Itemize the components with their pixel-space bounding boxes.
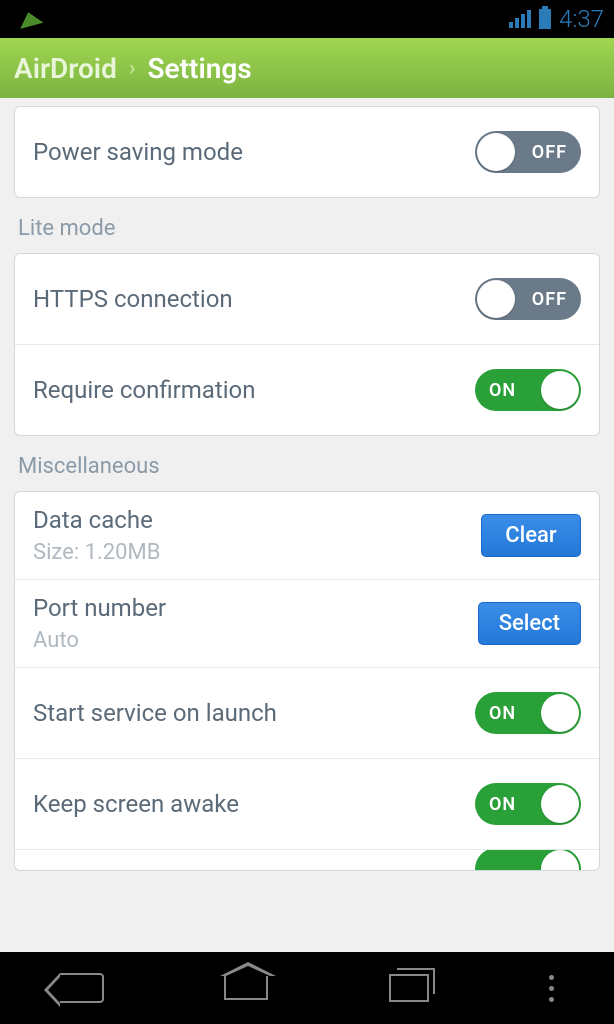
settings-content: Power saving mode OFF Lite mode HTTPS co…: [0, 98, 614, 968]
app-header: AirDroid › Settings: [0, 38, 614, 98]
require-confirm-toggle[interactable]: ON: [475, 369, 581, 411]
https-row: HTTPS connection OFF: [15, 254, 599, 345]
data-cache-size: Size: 1.20MB: [33, 540, 481, 565]
menu-button[interactable]: [549, 975, 554, 1002]
toggle-state: OFF: [532, 289, 567, 310]
select-button[interactable]: Select: [478, 602, 581, 645]
chevron-right-icon: ›: [129, 56, 136, 81]
signal-icon: [509, 10, 531, 28]
start-service-row: Start service on launch ON: [15, 668, 599, 759]
partial-row: [15, 850, 599, 870]
data-cache-row: Data cache Size: 1.20MB Clear: [15, 492, 599, 580]
recent-apps-button[interactable]: [389, 974, 429, 1002]
keep-awake-toggle[interactable]: ON: [475, 783, 581, 825]
notification-icon: [17, 9, 44, 29]
wifi-icon: [479, 10, 501, 28]
clock: 4:37: [559, 5, 604, 33]
lite-mode-header: Lite mode: [14, 198, 600, 253]
https-label: HTTPS connection: [33, 285, 475, 313]
keep-awake-row: Keep screen awake ON: [15, 759, 599, 850]
lite-mode-card: HTTPS connection OFF Require confirmatio…: [14, 253, 600, 436]
port-row: Port number Auto Select: [15, 580, 599, 668]
https-toggle[interactable]: OFF: [475, 278, 581, 320]
power-card: Power saving mode OFF: [14, 106, 600, 198]
misc-header: Miscellaneous: [14, 436, 600, 491]
require-confirm-row: Require confirmation ON: [15, 345, 599, 435]
toggle-state: ON: [489, 794, 516, 815]
start-service-label: Start service on launch: [33, 699, 475, 727]
require-confirm-label: Require confirmation: [33, 376, 475, 404]
toggle-knob: [477, 133, 515, 171]
power-saving-toggle[interactable]: OFF: [475, 131, 581, 173]
clear-button[interactable]: Clear: [481, 514, 581, 557]
power-saving-row: Power saving mode OFF: [15, 107, 599, 197]
toggle-state: OFF: [532, 142, 567, 163]
breadcrumb-app[interactable]: AirDroid: [14, 52, 117, 85]
toggle-state: ON: [489, 380, 516, 401]
toggle-knob: [541, 785, 579, 823]
status-bar: 4:37: [0, 0, 614, 38]
partial-toggle[interactable]: [475, 850, 581, 870]
page-title: Settings: [147, 52, 251, 85]
toggle-knob: [541, 371, 579, 409]
keep-awake-label: Keep screen awake: [33, 790, 475, 818]
data-cache-label: Data cache: [33, 506, 481, 534]
start-service-toggle[interactable]: ON: [475, 692, 581, 734]
port-label: Port number: [33, 594, 478, 622]
toggle-state: ON: [489, 703, 516, 724]
port-value: Auto: [33, 628, 478, 653]
navigation-bar: [0, 952, 614, 1024]
toggle-knob: [541, 850, 579, 870]
battery-icon: [539, 9, 551, 29]
misc-card: Data cache Size: 1.20MB Clear Port numbe…: [14, 491, 600, 871]
toggle-knob: [541, 694, 579, 732]
power-saving-label: Power saving mode: [33, 138, 475, 166]
toggle-knob: [477, 280, 515, 318]
back-button[interactable]: [60, 973, 104, 1003]
home-button[interactable]: [224, 976, 268, 1000]
